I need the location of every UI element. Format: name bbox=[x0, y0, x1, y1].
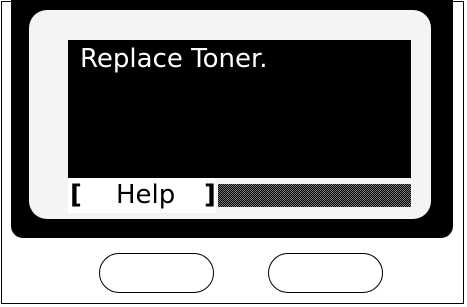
left-softkey-button[interactable] bbox=[99, 253, 214, 293]
softkey-row: [ Help ] bbox=[68, 178, 411, 213]
softkey-right-bracket: ] bbox=[204, 180, 216, 210]
right-softkey-button[interactable] bbox=[268, 253, 383, 293]
help-softkey-text: Help bbox=[116, 180, 176, 210]
lcd-screen: Replace Toner. [ Help ] bbox=[68, 40, 411, 213]
empty-softkey-dither bbox=[218, 184, 411, 207]
softkey-left-bracket: [ bbox=[70, 180, 82, 210]
status-message: Replace Toner. bbox=[80, 44, 268, 74]
help-softkey-label[interactable]: [ Help ] bbox=[68, 178, 216, 213]
